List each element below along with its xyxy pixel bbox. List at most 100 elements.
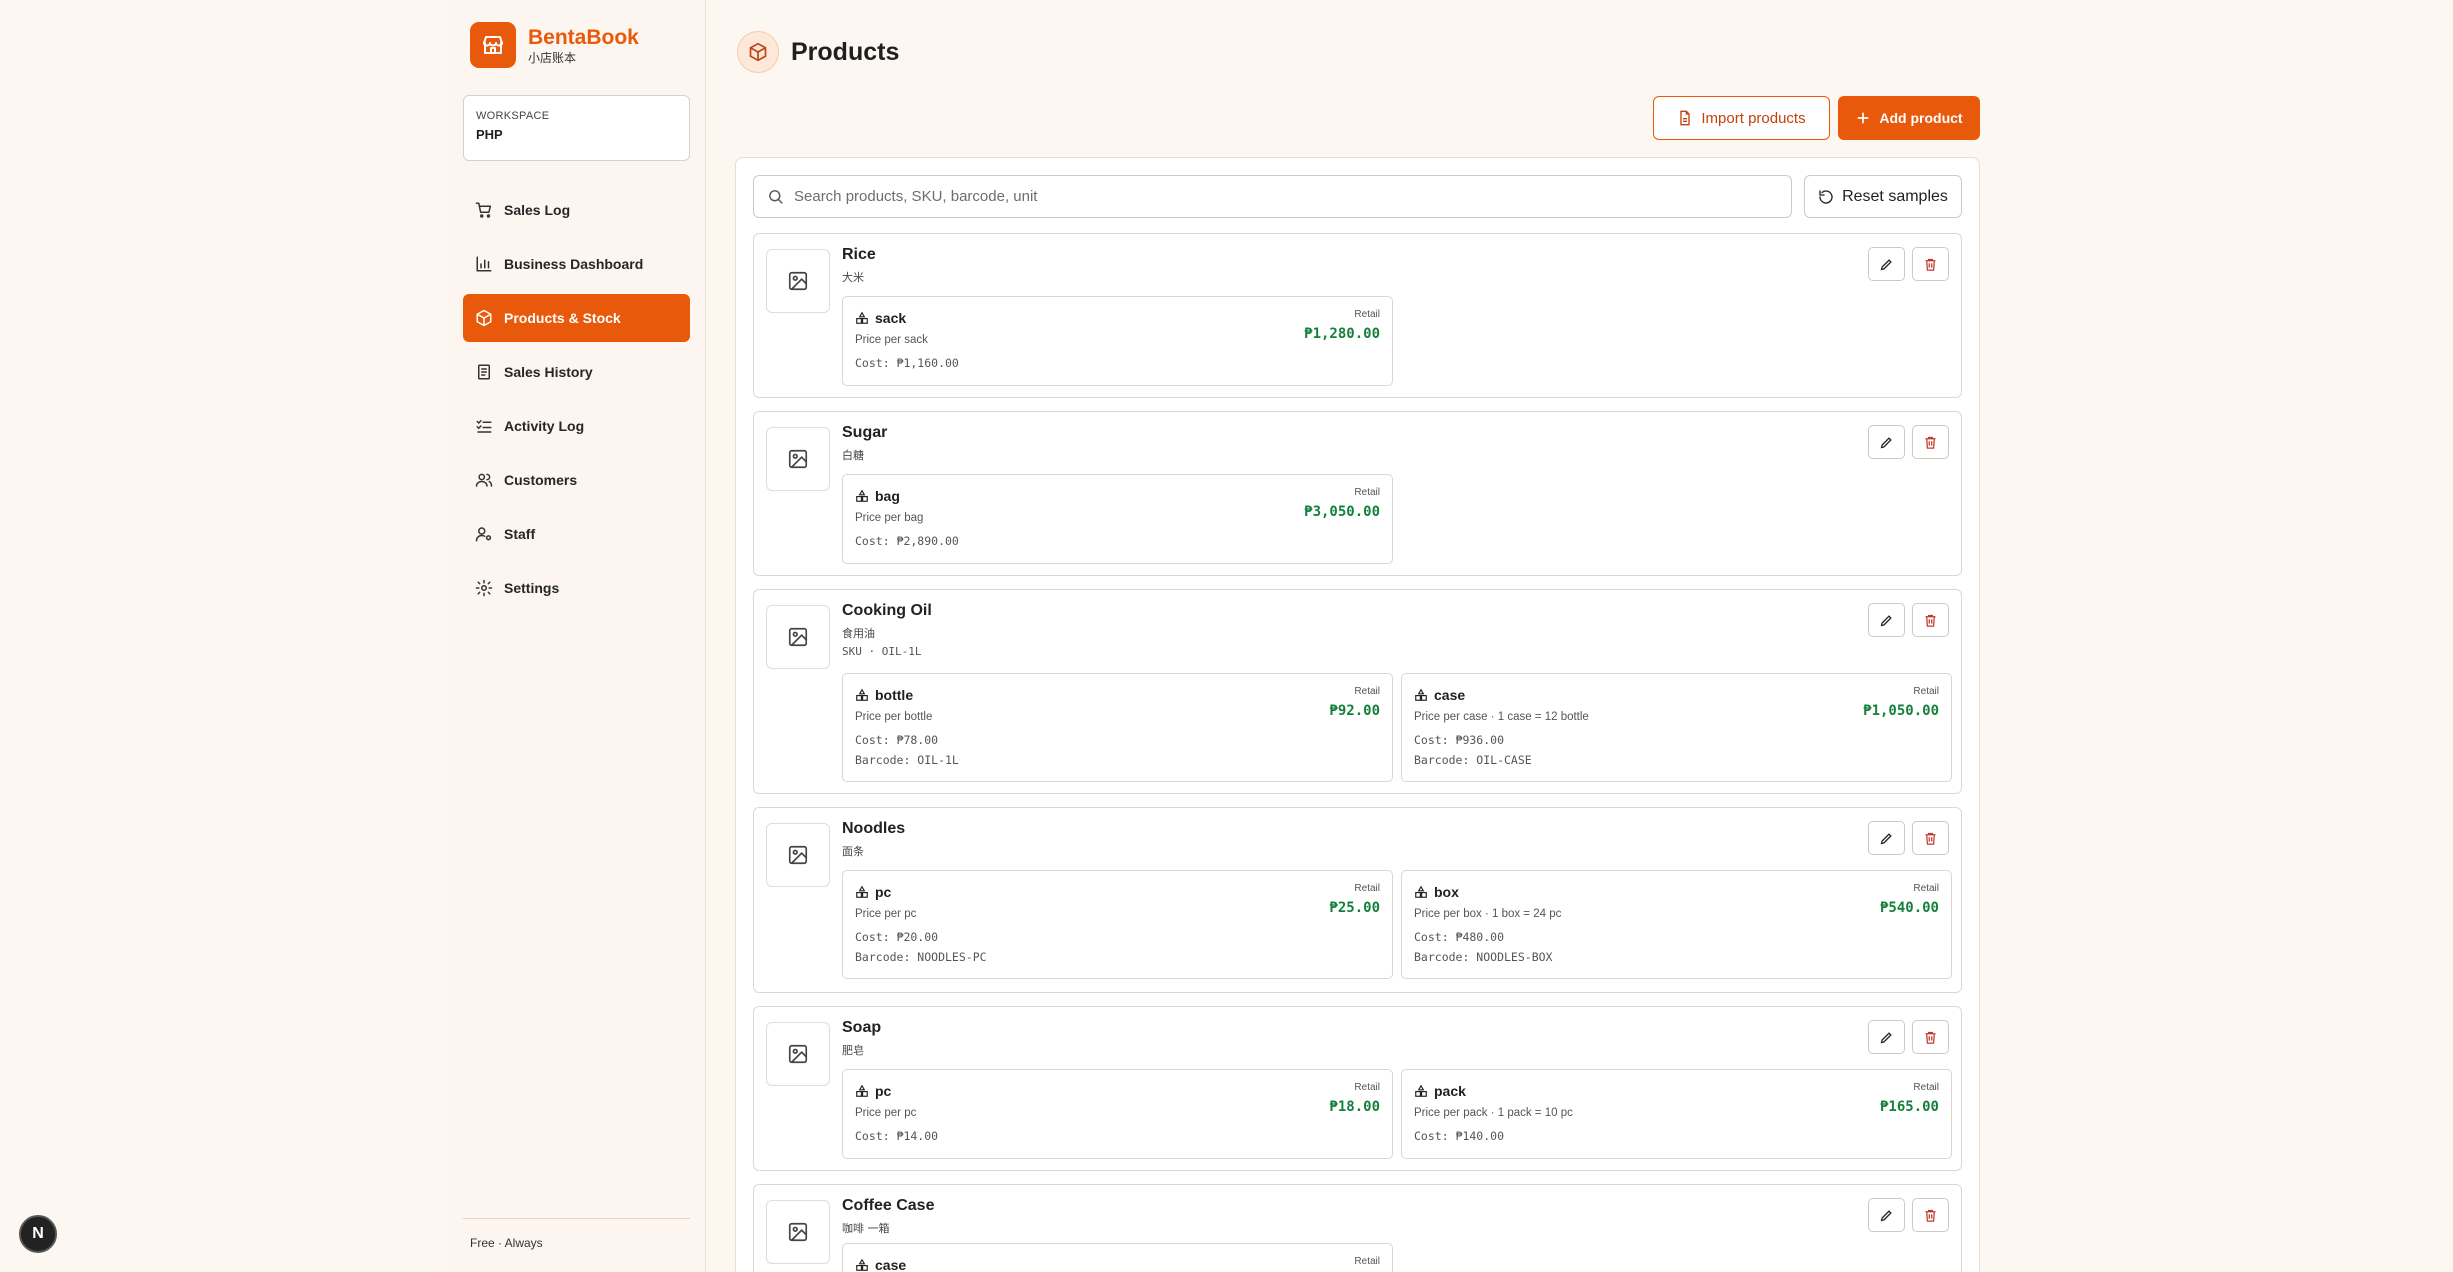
units-icon <box>856 311 868 324</box>
product-name: Rice <box>842 246 876 263</box>
product-name: Sugar <box>842 424 888 441</box>
unit-description: Price per pack · 1 pack = 10 pc <box>1414 1107 1573 1119</box>
edit-button[interactable] <box>1868 821 1905 855</box>
unit-name: case <box>1434 687 1466 703</box>
products-panel: Reset samples Rice 大米 sack Price per sac… <box>735 157 1980 1272</box>
sidebar-item-label: Settings <box>504 580 560 596</box>
brand-subtitle: 小店账本 <box>528 51 577 65</box>
product-card: Noodles 面条 pc Price per pc Cost: ₱20.00 … <box>753 807 1962 993</box>
unit-card[interactable]: sack Price per sack Cost: ₱1,160.00 Reta… <box>842 296 1393 386</box>
dev-tools-badge[interactable]: N <box>19 1215 57 1253</box>
import-products-button[interactable]: Import products <box>1653 96 1830 140</box>
sidebar-item-products-stock[interactable]: Products & Stock <box>463 294 690 342</box>
delete-button[interactable] <box>1912 603 1949 637</box>
unit-description: Price per bag <box>855 512 924 524</box>
retail-price: ₱540.00 <box>1879 900 1939 916</box>
delete-button[interactable] <box>1912 1198 1949 1232</box>
sidebar-footer: Free · Always <box>463 1218 690 1250</box>
sidebar-item-staff[interactable]: Staff <box>463 510 690 558</box>
gear-icon <box>475 579 493 597</box>
pencil-icon <box>1880 1031 1892 1043</box>
product-alt-name: 面条 <box>842 845 864 858</box>
unit-card[interactable]: bag Price per bag Cost: ₱2,890.00 Retail… <box>842 474 1393 564</box>
add-product-label: Add product <box>1879 110 1963 126</box>
retail-label: Retail <box>1354 487 1380 498</box>
product-name: Cooking Oil <box>842 602 932 619</box>
image-placeholder-icon[interactable] <box>766 1200 830 1264</box>
store-icon <box>470 22 516 68</box>
trash-icon <box>1925 832 1936 845</box>
retail-label: Retail <box>1354 883 1380 894</box>
trash-icon <box>1925 1209 1936 1222</box>
workspace-selector[interactable]: WORKSPACE PHP <box>463 95 690 161</box>
pencil-icon <box>1880 832 1892 844</box>
unit-cost: Cost: ₱1,160.00 <box>855 356 959 370</box>
sidebar-item-sales-log[interactable]: Sales Log <box>463 186 690 234</box>
search-box[interactable] <box>753 175 1792 218</box>
image-placeholder-icon[interactable] <box>766 249 830 313</box>
image-placeholder-icon[interactable] <box>766 823 830 887</box>
unit-barcode: Barcode: OIL-CASE <box>1414 753 1532 767</box>
retail-price: ₱1,280.00 <box>1304 326 1380 342</box>
unit-card[interactable]: pc Price per pc Cost: ₱20.00 Barcode: NO… <box>842 870 1393 979</box>
product-alt-name: 白糖 <box>842 449 864 462</box>
sidebar-item-settings[interactable]: Settings <box>463 564 690 612</box>
image-placeholder-icon[interactable] <box>766 605 830 669</box>
edit-button[interactable] <box>1868 425 1905 459</box>
unit-card[interactable]: bottle Price per bottle Cost: ₱78.00 Bar… <box>842 673 1393 782</box>
sidebar-item-sales-history[interactable]: Sales History <box>463 348 690 396</box>
bar-chart-icon <box>476 256 492 272</box>
image-placeholder-icon[interactable] <box>766 1022 830 1086</box>
sidebar-item-label: Customers <box>504 472 578 488</box>
delete-button[interactable] <box>1912 425 1949 459</box>
unit-card[interactable]: case Retail <box>842 1243 1393 1272</box>
unit-description: Price per sack <box>855 334 928 346</box>
unit-name: bottle <box>875 687 914 703</box>
unit-name: bag <box>875 488 900 504</box>
unit-name: case <box>875 1257 907 1272</box>
reset-samples-button[interactable]: Reset samples <box>1804 175 1962 218</box>
unit-card[interactable]: pc Price per pc Cost: ₱14.00 Retail ₱18.… <box>842 1069 1393 1159</box>
edit-button[interactable] <box>1868 1020 1905 1054</box>
product-name: Noodles <box>842 820 906 837</box>
unit-name: pc <box>875 884 892 900</box>
retail-label: Retail <box>1354 1256 1380 1267</box>
retail-price: ₱92.00 <box>1329 703 1380 719</box>
pencil-icon <box>1880 614 1892 626</box>
add-product-button[interactable]: Add product <box>1838 96 1980 140</box>
product-card: Cooking Oil 食用油 SKU · OIL-1L bottle Pric… <box>753 589 1962 794</box>
product-alt-name: 大米 <box>842 271 864 284</box>
unit-description: Price per pc <box>855 1107 917 1119</box>
sidebar-item-business-dashboard[interactable]: Business Dashboard <box>463 240 690 288</box>
delete-button[interactable] <box>1912 247 1949 281</box>
brand-name: BentaBook <box>528 26 639 49</box>
product-alt-name: 食用油 <box>842 627 875 640</box>
sidebar-item-activity-log[interactable]: Activity Log <box>463 402 690 450</box>
sidebar-item-customers[interactable]: Customers <box>463 456 690 504</box>
retail-label: Retail <box>1913 883 1939 894</box>
unit-card[interactable]: case Price per case · 1 case = 12 bottle… <box>1401 673 1952 782</box>
trash-icon <box>1925 436 1936 449</box>
unit-cost: Cost: ₱78.00 <box>855 733 939 747</box>
image-placeholder-icon[interactable] <box>766 427 830 491</box>
delete-button[interactable] <box>1912 821 1949 855</box>
search-input[interactable] <box>794 188 1774 205</box>
delete-button[interactable] <box>1912 1020 1949 1054</box>
plus-icon <box>1857 112 1869 124</box>
sidebar: BentaBook 小店账本 WORKSPACE PHP Sales Log B… <box>447 0 706 1272</box>
unit-name: box <box>1434 884 1459 900</box>
import-products-label: Import products <box>1701 109 1806 127</box>
retail-label: Retail <box>1354 686 1380 697</box>
product-name: Coffee Case <box>842 1197 935 1214</box>
edit-button[interactable] <box>1868 603 1905 637</box>
brand[interactable]: BentaBook 小店账本 <box>470 22 639 68</box>
unit-card[interactable]: box Price per box · 1 box = 24 pc Cost: … <box>1401 870 1952 979</box>
product-card: Coffee Case 咖啡 一箱 case Retail <box>753 1184 1962 1272</box>
edit-button[interactable] <box>1868 247 1905 281</box>
user-key-icon <box>475 527 492 542</box>
unit-description: Price per pc <box>855 908 917 920</box>
edit-button[interactable] <box>1868 1198 1905 1232</box>
unit-card[interactable]: pack Price per pack · 1 pack = 10 pc Cos… <box>1401 1069 1952 1159</box>
box-icon <box>476 309 492 327</box>
product-card: Sugar 白糖 bag Price per bag Cost: ₱2,890.… <box>753 411 1962 576</box>
